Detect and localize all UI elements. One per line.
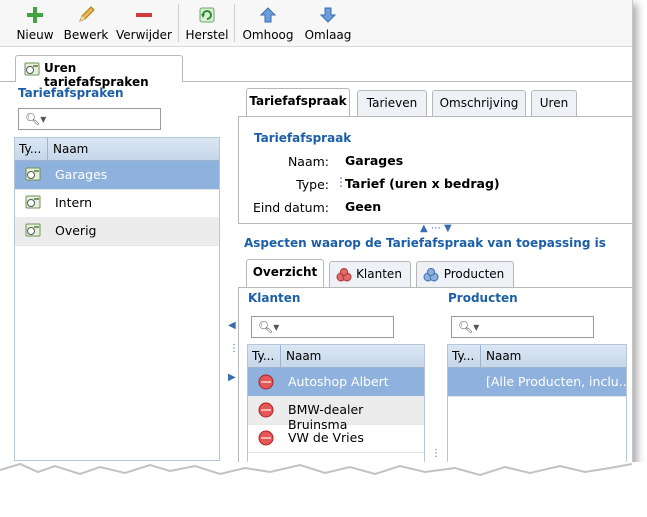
search-icon: 🔍︎▾: [25, 112, 47, 126]
producten-grid: Ty... Naam [Alle Producten, inclu...: [447, 344, 631, 470]
restore-label: Herstel: [185, 28, 229, 42]
pencil-icon: [79, 6, 95, 22]
row-name: Autoshop Albert: [288, 374, 389, 389]
klanten-title: Klanten: [248, 291, 301, 305]
column-naam[interactable]: Naam: [53, 142, 88, 156]
table-row[interactable]: Intern: [15, 189, 219, 218]
tab-tariefafspraak[interactable]: Tariefafspraak: [246, 88, 350, 117]
minus-icon: [136, 13, 152, 17]
splitter-arrow-left[interactable]: ◀: [228, 320, 236, 331]
row-name: VW de Vries: [288, 430, 364, 445]
row-name: Overig: [55, 223, 97, 238]
tab-uren[interactable]: Uren: [531, 90, 577, 117]
field-label-eind-datum: Eind datum:: [252, 200, 329, 215]
new-button[interactable]: Nieuw: [14, 2, 56, 44]
toolbar: Nieuw Bewerk Verwijder Herstel Omhoog Om…: [0, 0, 632, 47]
new-label: Nieuw: [16, 28, 54, 42]
column-type[interactable]: Ty...: [452, 349, 474, 363]
tab-label: Klanten: [356, 267, 402, 281]
delete-label: Verwijder: [115, 28, 172, 42]
edit-button[interactable]: Bewerk: [61, 2, 111, 44]
column-divider: [280, 345, 281, 367]
tab-label: Overzicht: [252, 265, 318, 279]
aspects-title: Aspecten waarop de Tariefafspraak van to…: [244, 236, 606, 250]
delete-button[interactable]: Verwijder: [114, 2, 174, 44]
tab-producten[interactable]: Producten: [416, 261, 514, 288]
tab-overzicht[interactable]: Overzicht: [246, 259, 324, 288]
producten-search-input[interactable]: 🔍︎▾: [451, 316, 594, 338]
row-name: Garages: [55, 167, 108, 182]
grid-header: Ty... Naam: [248, 345, 424, 368]
tariefafspraken-title: Tariefafspraken: [18, 86, 124, 100]
tab-label: Omschrijving: [439, 96, 519, 110]
customers-icon: [336, 268, 352, 282]
column-type[interactable]: Ty...: [252, 349, 274, 363]
grid-header: Ty... Naam: [15, 138, 219, 161]
table-row[interactable]: VW de Vries: [248, 424, 424, 453]
tariefafspraken-grid: Ty... Naam Garages Intern Overig: [14, 137, 220, 461]
column-type[interactable]: Ty...: [19, 142, 41, 156]
tab-uren-tariefafspraken[interactable]: Uren tariefafspraken: [15, 55, 183, 89]
overview-panel: Klanten 🔍︎▾ Ty... Naam Autoshop Albert B…: [238, 287, 632, 470]
table-row[interactable]: Overig: [15, 217, 219, 246]
customer-icon: [258, 374, 274, 390]
column-naam[interactable]: Naam: [486, 349, 521, 363]
tariff-icon: [25, 167, 41, 181]
arrow-up-icon: [259, 7, 277, 23]
move-down-label: Omlaag: [304, 28, 352, 42]
column-divider: [47, 138, 48, 160]
search-icon: 🔍︎▾: [458, 320, 480, 334]
tab-klanten[interactable]: Klanten: [329, 261, 411, 288]
splitter-arrow-right[interactable]: ▶: [228, 372, 236, 383]
tab-label: Tarieven: [366, 96, 418, 110]
table-row[interactable]: [Alle Producten, inclu...: [448, 368, 631, 397]
grid-header: Ty... Naam: [448, 345, 626, 368]
table-row[interactable]: Garages: [15, 161, 219, 190]
field-value-naam: Garages: [345, 153, 404, 168]
toolbar-separator: [234, 4, 235, 42]
refresh-icon: [199, 7, 215, 23]
detail-title: Tariefafspraak: [254, 131, 352, 145]
move-down-button[interactable]: Omlaag: [302, 2, 354, 44]
column-divider: [480, 345, 481, 367]
tab-label: Tariefafspraak: [249, 94, 347, 108]
tariefafspraken-search-input[interactable]: 🔍︎▾: [18, 108, 161, 130]
field-label-type: Type:: [296, 177, 329, 192]
products-icon: [423, 268, 439, 282]
table-row[interactable]: BMW-dealer Bruinsma: [248, 396, 424, 432]
arrow-down-icon: [319, 7, 337, 23]
row-name: [Alle Producten, inclu...: [486, 374, 631, 389]
edit-label: Bewerk: [63, 28, 109, 42]
field-value-eind-datum: Geen: [345, 199, 382, 214]
search-icon: 🔍︎▾: [258, 320, 280, 334]
app-window: Nieuw Bewerk Verwijder Herstel Omhoog Om…: [0, 0, 633, 470]
restore-button[interactable]: Herstel: [184, 2, 230, 44]
plus-icon: [27, 7, 43, 23]
detail-panel: Tariefafspraak Naam: Garages Type: ⋮ Tar…: [238, 116, 632, 224]
table-row[interactable]: Autoshop Albert: [248, 368, 424, 397]
inner-splitter-handle[interactable]: ⋮: [431, 448, 441, 459]
customer-icon: [258, 402, 274, 418]
move-up-button[interactable]: Omhoog: [240, 2, 296, 44]
main-tab-label: Uren tariefafspraken: [44, 61, 149, 89]
tariff-icon: [24, 62, 40, 76]
producten-title: Producten: [448, 291, 518, 305]
customer-icon: [258, 430, 274, 446]
torn-edge-decoration: [0, 462, 647, 517]
move-up-label: Omhoog: [242, 28, 294, 42]
tab-tarieven[interactable]: Tarieven: [357, 90, 427, 117]
tariff-icon: [25, 223, 41, 237]
tab-label: Uren: [539, 96, 569, 110]
toolbar-separator: [178, 4, 179, 42]
field-value-type: Tarief (uren x bedrag): [345, 176, 500, 191]
klanten-search-input[interactable]: 🔍︎▾: [251, 316, 394, 338]
row-name: Intern: [55, 195, 93, 210]
tariff-icon: [25, 195, 41, 209]
klanten-grid: Ty... Naam Autoshop Albert BMW-dealer Br…: [247, 344, 425, 470]
tab-label: Producten: [443, 267, 505, 281]
horizontal-splitter-handle[interactable]: ▲ ⋯ ▼: [420, 223, 452, 234]
field-label-naam: Naam:: [287, 154, 329, 169]
tab-omschrijving[interactable]: Omschrijving: [432, 90, 526, 117]
column-naam[interactable]: Naam: [286, 349, 321, 363]
